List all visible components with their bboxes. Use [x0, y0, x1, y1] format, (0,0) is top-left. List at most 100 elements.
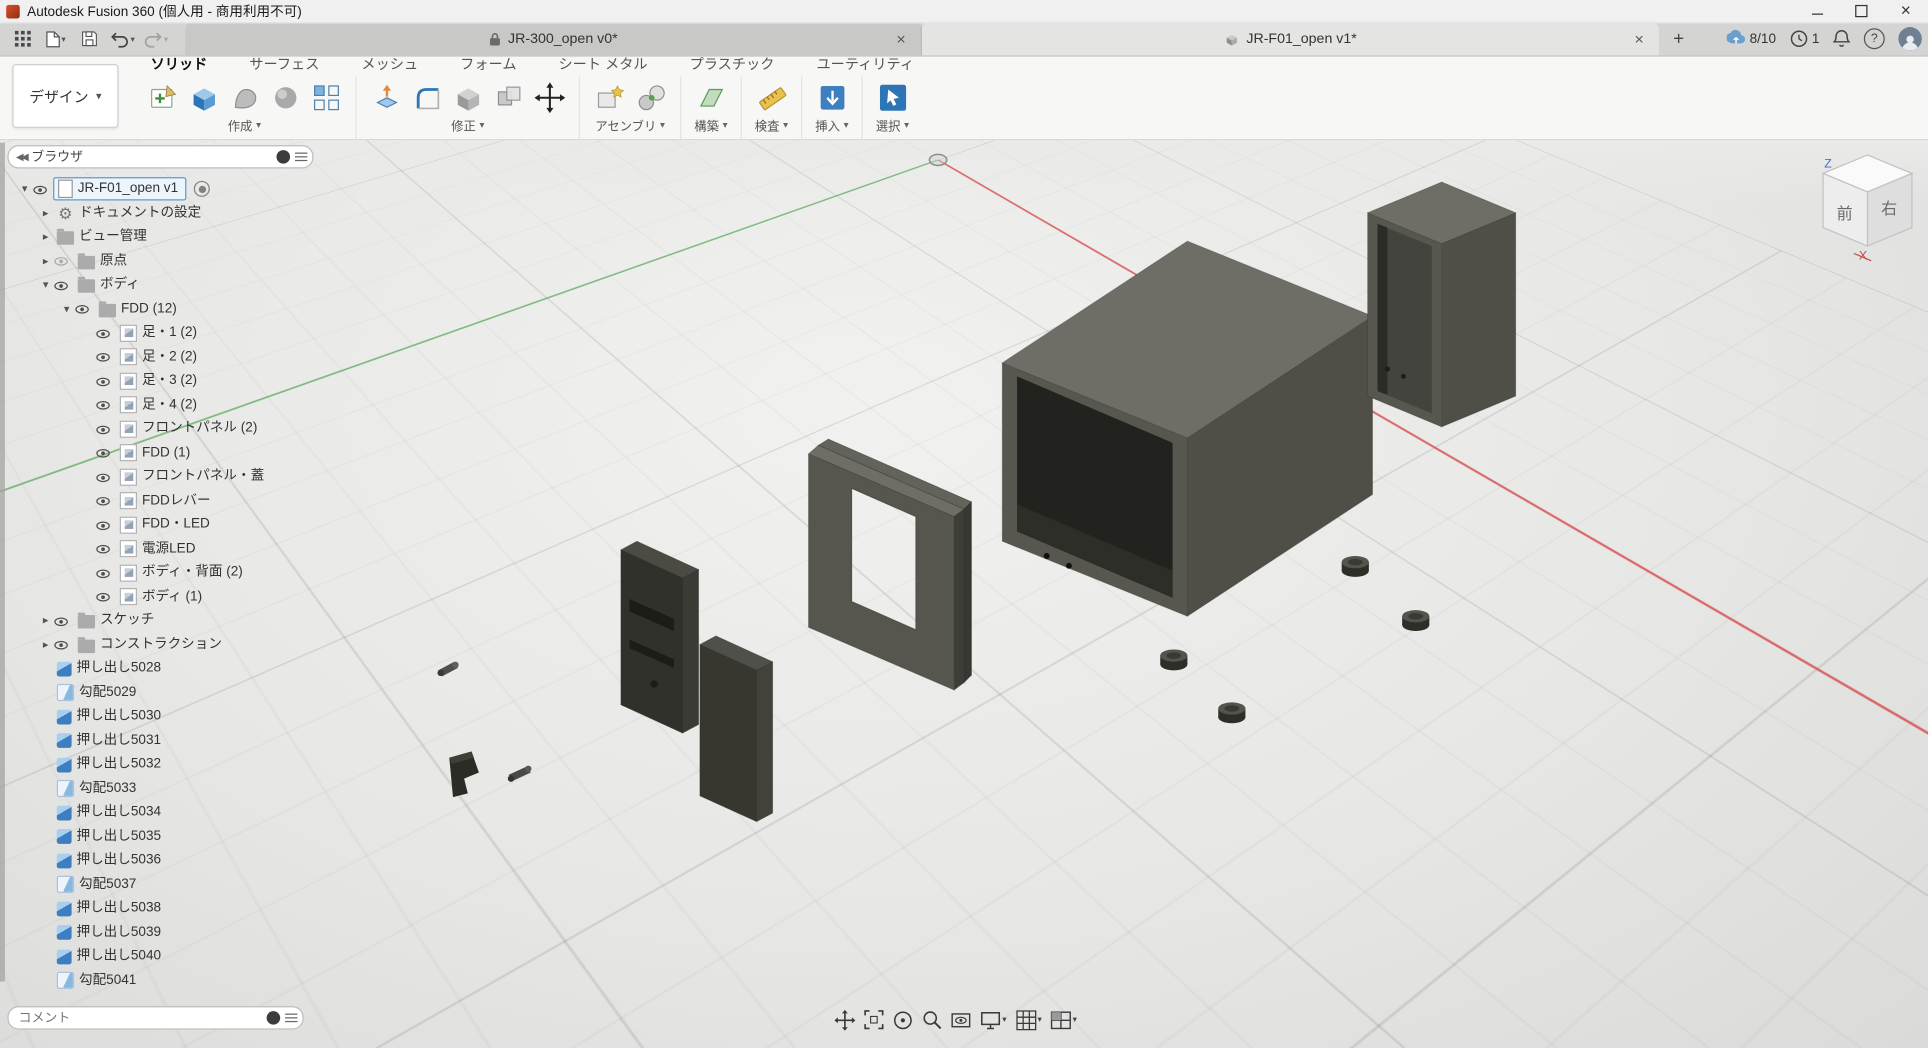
move-copy-button[interactable] — [532, 80, 567, 114]
tree-item[interactable]: FDD・LED — [116, 516, 214, 533]
tree-row[interactable]: 押し出し5031 — [7, 729, 313, 753]
visibility-eye-icon[interactable] — [53, 637, 69, 653]
tree-item-label[interactable]: FDD (12) — [121, 301, 177, 317]
tree-item[interactable]: コンストラクション — [74, 637, 226, 653]
collapse-chevrons-icon[interactable]: ◀◀ — [16, 151, 26, 162]
tree-row[interactable]: ▾ JR-F01_open v1 — [7, 177, 313, 201]
tree-row[interactable]: 足・1 (2) — [7, 321, 313, 345]
viewports-button[interactable]: ▾ — [1050, 1009, 1077, 1030]
tree-item-label[interactable]: 押し出し5040 — [77, 949, 162, 965]
tree-row[interactable]: 足・4 (2) — [7, 393, 313, 417]
visibility-eye-icon[interactable] — [95, 445, 111, 461]
tree-item-label[interactable]: 押し出し5028 — [77, 661, 162, 677]
tree-item-label[interactable]: コンストラクション — [100, 637, 222, 653]
tree-item[interactable]: スケッチ — [74, 613, 158, 629]
tree-item-label[interactable]: 押し出し5039 — [77, 925, 162, 941]
tree-item-label[interactable]: スケッチ — [100, 613, 154, 629]
tree-item-selected[interactable]: JR-F01_open v1 — [53, 177, 187, 200]
tree-item[interactable]: フロントパネル (2) — [116, 420, 261, 437]
save-button[interactable] — [73, 25, 105, 52]
tree-row[interactable]: ▾ ボディ — [7, 273, 313, 297]
select-group-label[interactable]: 選択 — [876, 116, 909, 138]
help-button[interactable]: ? — [1864, 28, 1885, 49]
tree-item-label[interactable]: ビュー管理 — [79, 229, 147, 245]
zoom-button[interactable] — [922, 1010, 942, 1030]
tree-item[interactable]: 押し出し5039 — [53, 925, 165, 941]
tree-item-label[interactable]: 足・4 (2) — [142, 397, 197, 413]
expand-arrow-icon[interactable]: ▸ — [38, 206, 53, 220]
tree-item-label[interactable]: JR-F01_open v1 — [78, 181, 178, 197]
browser-menu-icon[interactable] — [295, 153, 307, 162]
visibility-eye-icon[interactable] — [95, 421, 111, 437]
pan-button[interactable] — [834, 1009, 855, 1030]
close-tab-icon[interactable] — [892, 30, 909, 47]
tree-item-label[interactable]: 押し出し5038 — [77, 901, 162, 917]
extrude-button[interactable] — [186, 80, 221, 114]
tree-item[interactable]: ボディ — [74, 277, 143, 293]
tree-item[interactable]: FDDレバー — [116, 492, 214, 509]
expand-arrow-icon[interactable]: ▸ — [38, 614, 53, 628]
tree-item[interactable]: 足・3 (2) — [116, 372, 201, 389]
tree-item-label[interactable]: 押し出し5032 — [77, 757, 162, 773]
tree-item[interactable]: ドキュメントの設定 — [53, 204, 205, 221]
measure-button[interactable] — [754, 80, 789, 114]
tree-item[interactable]: 電源LED — [116, 540, 199, 557]
tree-item[interactable]: 足・4 (2) — [116, 396, 201, 413]
tree-item-label[interactable]: 足・1 (2) — [142, 325, 197, 341]
tree-item[interactable]: ボディ (1) — [116, 588, 206, 605]
close-tab-icon[interactable] — [1631, 30, 1648, 47]
tree-row[interactable]: 押し出し5039 — [7, 921, 313, 945]
tree-item-label[interactable]: フロントパネル・蓋 — [142, 469, 264, 485]
visibility-eye-icon[interactable] — [95, 469, 111, 485]
create-sketch-button[interactable] — [146, 80, 181, 114]
tree-item-label[interactable]: 押し出し5034 — [77, 805, 162, 821]
tree-item-label[interactable]: 原点 — [100, 253, 127, 269]
joint-button[interactable] — [633, 80, 668, 114]
tree-item-label[interactable]: 押し出し5030 — [77, 709, 162, 725]
comment-menu-icon[interactable] — [285, 1014, 297, 1023]
tree-row[interactable]: 勾配5033 — [7, 777, 313, 801]
pattern-button[interactable] — [309, 80, 344, 114]
tree-item[interactable]: 押し出し5038 — [53, 901, 165, 917]
undo-button[interactable]: ▾ — [106, 25, 138, 52]
visibility-eye-icon[interactable] — [95, 349, 111, 365]
tree-item[interactable]: フロントパネル・蓋 — [116, 468, 268, 485]
fillet-button[interactable] — [410, 80, 445, 114]
tree-item-label[interactable]: ボディ・背面 (2) — [142, 565, 243, 581]
tree-row[interactable]: 勾配5041 — [7, 969, 313, 993]
press-pull-button[interactable] — [369, 80, 404, 114]
notifications-button[interactable] — [1833, 30, 1850, 48]
display-settings-button[interactable]: ▾ — [980, 1009, 1007, 1030]
create-group-label[interactable]: 作成 — [228, 116, 261, 138]
new-component-button[interactable] — [592, 80, 627, 114]
tab-plastic[interactable]: プラスチック — [687, 54, 777, 76]
tree-item-label[interactable]: FDDレバー — [142, 493, 211, 509]
sphere-button[interactable] — [268, 80, 303, 114]
extension-manager[interactable]: 1 — [1790, 30, 1820, 48]
file-menu-button[interactable]: ▾ — [39, 25, 71, 52]
tab-sheet-metal[interactable]: シート メタル — [556, 54, 650, 76]
visibility-eye-icon[interactable] — [95, 493, 111, 509]
tree-item-label[interactable]: 足・3 (2) — [142, 373, 197, 389]
tree-item[interactable]: 押し出し5034 — [53, 805, 165, 821]
visibility-eye-icon[interactable] — [95, 325, 111, 341]
tree-row[interactable]: 勾配5037 — [7, 873, 313, 897]
tree-item-label[interactable]: 勾配5041 — [79, 973, 136, 989]
expand-arrow-icon[interactable]: ▸ — [38, 638, 53, 652]
expand-arrow-icon[interactable]: ▾ — [17, 182, 32, 196]
visibility-eye-icon[interactable] — [95, 541, 111, 557]
expand-arrow-icon[interactable]: ▾ — [38, 278, 53, 292]
redo-button[interactable]: ▾ — [139, 25, 171, 52]
combine-button[interactable] — [491, 80, 526, 114]
expand-arrow-icon[interactable]: ▸ — [38, 254, 53, 268]
minimize-button[interactable] — [1795, 0, 1839, 22]
tree-row[interactable]: ボディ・背面 (2) — [7, 561, 313, 585]
fit-button[interactable] — [864, 1010, 884, 1030]
tab-solid[interactable]: ソリッド — [148, 54, 210, 76]
tree-item[interactable]: ボディ・背面 (2) — [116, 564, 247, 581]
tree-item-label[interactable]: 勾配5033 — [79, 781, 136, 797]
expand-arrow-icon[interactable]: ▾ — [59, 302, 74, 316]
visibility-eye-icon[interactable] — [32, 181, 48, 197]
data-panel-button[interactable] — [6, 25, 38, 52]
tree-item-label[interactable]: 押し出し5036 — [77, 853, 162, 869]
